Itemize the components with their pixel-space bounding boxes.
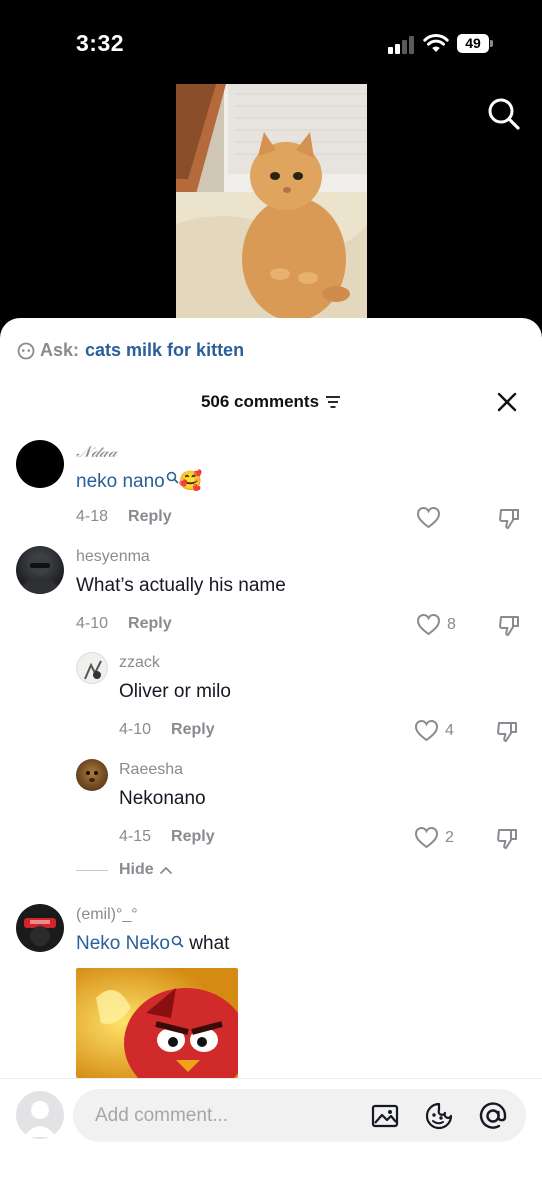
- dislike-icon[interactable]: [497, 614, 521, 638]
- ask-suggestion[interactable]: Ask: cats milk for kitten: [17, 340, 244, 361]
- signal-icon: [388, 36, 416, 54]
- comment-item: hesyenma What’s actually his name 4-10 Re…: [0, 544, 542, 644]
- ask-label: Ask:: [40, 340, 80, 360]
- comment-emoji: 🥰: [178, 471, 203, 492]
- comment-username[interactable]: hesyenma: [76, 548, 150, 566]
- heart-icon: [416, 506, 441, 529]
- my-avatar: [16, 1091, 64, 1139]
- ask-query-link[interactable]: cats milk for kitten: [85, 340, 244, 361]
- status-bar: 3:32 49: [0, 0, 542, 84]
- comment-username[interactable]: zzack: [119, 654, 160, 672]
- comment-text: Oliver or milo: [119, 681, 231, 702]
- avatar[interactable]: [76, 759, 108, 791]
- comment-input[interactable]: [95, 1089, 355, 1142]
- comment-text-suffix: what: [184, 933, 230, 954]
- search-mention-icon: [171, 935, 184, 948]
- comment-date: 4-10: [119, 721, 152, 738]
- reply-button[interactable]: Reply: [171, 828, 215, 845]
- avatar[interactable]: [76, 652, 108, 684]
- comments-count: 506 comments: [200, 392, 320, 411]
- divider: [76, 869, 108, 871]
- mention-link[interactable]: Neko Neko: [76, 933, 170, 954]
- like-count: 8: [447, 615, 456, 633]
- reply-button[interactable]: Reply: [128, 508, 172, 525]
- comment-item: 𝒩𝒹𝒶𝒶 neko nano 🥰 4-18 Reply: [0, 436, 542, 536]
- status-time: 3:32: [76, 30, 125, 56]
- comment-input-bar: [0, 1078, 542, 1178]
- video-thumbnail[interactable]: [176, 84, 367, 324]
- reply-item: zzack Oliver or milo 4-10 Reply 4: [0, 650, 542, 750]
- avatar[interactable]: [16, 904, 64, 952]
- comments-header: 506 comments: [0, 388, 542, 418]
- emoji-icon[interactable]: [424, 1101, 454, 1131]
- at-icon[interactable]: [478, 1101, 508, 1131]
- image-icon[interactable]: [370, 1101, 400, 1131]
- comment-text: neko nano 🥰: [76, 469, 202, 493]
- like-count: 2: [445, 828, 454, 846]
- filter-icon[interactable]: [325, 395, 341, 409]
- reply-item: Raeesha Nekonano 4-15 Reply 2: [0, 757, 542, 857]
- comment-text: What’s actually his name: [76, 575, 286, 596]
- like-button[interactable]: 4: [414, 719, 454, 742]
- comment-date: 4-18: [76, 508, 109, 525]
- comment-meta: 4-10 Reply: [119, 721, 215, 739]
- search-icon[interactable]: [486, 96, 522, 132]
- chevron-up-icon: [159, 866, 172, 874]
- comments-sheet: Ask: cats milk for kitten 506 comments 𝒩…: [0, 318, 542, 1178]
- dislike-icon[interactable]: [495, 720, 519, 744]
- reply-button[interactable]: Reply: [128, 615, 172, 632]
- like-button[interactable]: 8: [416, 613, 456, 636]
- heart-icon: [414, 719, 439, 742]
- battery-level: 49: [457, 34, 489, 53]
- close-icon[interactable]: [495, 390, 519, 414]
- hide-replies-button[interactable]: Hide: [76, 861, 173, 879]
- like-count: 4: [445, 721, 454, 739]
- reply-button[interactable]: Reply: [171, 721, 215, 738]
- ai-assistant-icon: [17, 342, 35, 359]
- search-mention-icon: [166, 471, 179, 484]
- mention-link[interactable]: neko nano: [76, 471, 165, 492]
- comment-meta: 4-18 Reply: [76, 508, 172, 526]
- comment-input-wrapper: [73, 1089, 526, 1142]
- heart-icon: [414, 826, 439, 849]
- comment-meta: 4-10 Reply: [76, 615, 172, 633]
- avatar[interactable]: [16, 546, 64, 594]
- wifi-icon: [423, 34, 449, 52]
- comment-text: Nekonano: [119, 788, 206, 809]
- comment-text: Neko Neko what: [76, 933, 229, 955]
- hide-label: Hide: [119, 861, 154, 878]
- like-button[interactable]: 2: [414, 826, 454, 849]
- heart-icon: [416, 613, 441, 636]
- comment-date: 4-10: [76, 615, 109, 632]
- comment-date: 4-15: [119, 828, 152, 845]
- dislike-icon[interactable]: [497, 507, 521, 531]
- avatar[interactable]: [16, 440, 64, 488]
- battery-icon: 49: [457, 34, 493, 53]
- comment-username[interactable]: Raeesha: [119, 761, 183, 779]
- comment-item: (emil)°_° Neko Neko what: [0, 902, 542, 962]
- comment-username[interactable]: 𝒩𝒹𝒶𝒶: [76, 442, 117, 462]
- comment-meta: 4-15 Reply: [119, 828, 215, 846]
- like-button[interactable]: [416, 506, 447, 529]
- comment-gif[interactable]: [76, 968, 238, 1078]
- dislike-icon[interactable]: [495, 827, 519, 851]
- comment-username[interactable]: (emil)°_°: [76, 906, 138, 924]
